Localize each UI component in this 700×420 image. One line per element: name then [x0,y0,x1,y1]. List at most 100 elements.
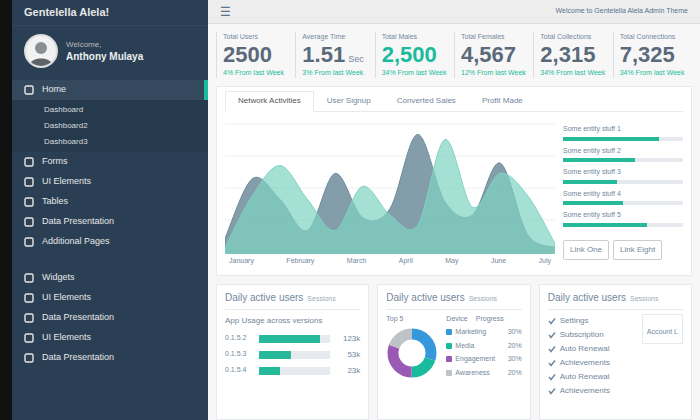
person-icon [26,36,56,66]
sidebar-item-label[interactable]: Data Presentation [42,215,114,229]
check-icon[interactable] [548,373,556,381]
settings-label[interactable]: Subscription [560,329,604,341]
usage-value: 123k [334,333,360,345]
legend-item: Engagement30% [446,354,521,365]
sidebar-item[interactable]: UI Elements [12,288,208,308]
tab-label[interactable]: User Signup [327,96,371,105]
settings-label[interactable]: Settings [560,315,589,327]
sidebar-item[interactable]: Additional Pages [12,232,208,252]
sidebar-item-label[interactable]: Additional Pages [42,235,110,249]
sidebar-item-label[interactable]: Forms [42,155,68,169]
link-button[interactable]: Link Eight [613,240,662,260]
stat-change: 12% From last Week [461,68,527,78]
submenu-item-label[interactable]: Dashboard [44,104,83,116]
settings-item[interactable]: Achievements [548,356,634,370]
tab[interactable]: Profit Made [469,91,536,111]
screen: Gentelella Alela! Welcome,Anthony Mulaya H… [0,0,700,420]
settings-item[interactable]: Auto Renewal [548,370,634,384]
stat-value: 2500 [223,42,272,68]
sidebar-item[interactable]: Data Presentation [12,212,208,232]
settings-label[interactable]: Achievements [560,385,610,397]
progress-fill [563,223,647,227]
tab-label[interactable]: Profit Made [482,96,523,105]
brand[interactable]: Gentelella Alela! [12,0,208,26]
donut-segment [393,334,431,372]
sidebar-item-label[interactable]: UI Elements [42,175,91,189]
tab-label[interactable]: Network Activities [238,96,301,105]
menu-toggle-icon[interactable]: ☰ [220,6,231,18]
check-icon[interactable] [548,345,556,353]
card-heading: App Usage across versions [225,315,360,327]
settings-item[interactable]: Auto Renewal [548,342,634,356]
x-axis-label: June [491,256,506,267]
submenu-item[interactable]: Dashboard3 [12,134,208,150]
sidebar-item[interactable]: UI Elements [12,172,208,192]
check-icon[interactable] [548,387,556,395]
check-icon[interactable] [548,317,556,325]
brand-title[interactable]: Gentelella Alela! [24,4,109,21]
check-icon[interactable] [548,331,556,339]
menu-item-icon [24,333,34,343]
legend-value: 20% [508,341,522,352]
settings-label[interactable]: Achievements [560,357,610,369]
settings-item[interactable]: Subscription [548,328,634,342]
stat-label: Total Females [461,32,527,42]
checkmark-icon [548,373,556,381]
stat-unit: Sec [348,53,364,67]
tab[interactable]: Converted Sales [384,91,469,111]
submenu-item-label[interactable]: Dashboard3 [44,136,88,148]
usage-fill [259,335,320,343]
stat-value-row: 7,325 [620,42,686,68]
sidebar-item-label[interactable]: UI Elements [42,291,91,305]
sidebar-item[interactable]: Forms [12,152,208,172]
stat-value: 1.51 [302,42,345,68]
x-axis-label: January [229,256,254,267]
submenu-item[interactable]: Dashboard2 [12,118,208,134]
sidebar-item-label[interactable]: Data Presentation [42,351,114,365]
card-header: Daily active usersSessions [548,290,683,310]
donut-segment [393,334,431,372]
sidebar-item[interactable]: Data Presentation [12,308,208,328]
legend-item: Marketing30% [446,327,521,338]
stat-label: Total Collections [540,32,606,42]
progress-fill [563,180,617,184]
x-axis-label: March [347,256,366,267]
sidebar-item-label[interactable]: Tables [42,195,68,209]
menu-group: UI Elements [12,328,208,348]
sidebar-item-label[interactable]: UI Elements [42,331,91,345]
legend-item: Awareness20% [446,368,521,379]
card-row: Daily active usersSessions App Usage acro… [208,276,700,420]
sidebar-item[interactable]: Widgets [12,268,208,288]
menu-item-icon [24,273,34,283]
progress-fill [563,137,659,141]
tab[interactable]: Network Activities [225,91,314,112]
legend-value: 30% [508,327,522,338]
settings-label[interactable]: Auto Renewal [560,343,610,355]
usage-track [259,367,330,375]
stat-tile: Average Time1.51Sec3% From last Week [295,32,374,78]
settings-label[interactable]: Auto Renewal [560,371,610,383]
sidebar-item[interactable]: UI Elements [12,328,208,348]
tab[interactable]: User Signup [314,91,384,111]
sidebar-item-label[interactable]: Widgets [42,271,75,285]
tab-label[interactable]: Converted Sales [397,96,456,105]
settings-item[interactable]: Settings [548,314,634,328]
sidebar: Gentelella Alela! Welcome,Anthony Mulaya H… [12,0,208,420]
user-name[interactable]: Anthony Mulaya [66,50,143,63]
link-button[interactable]: Link One [563,240,609,260]
progress-track [563,223,683,227]
sidebar-item[interactable]: Data Presentation [12,348,208,368]
stat-change: 34% From last Week [540,68,606,78]
stat-change: 34% From last Week [620,68,686,78]
settings-item[interactable]: Achievements [548,384,634,398]
sidebar-item-label[interactable]: Data Presentation [42,311,114,325]
sidebar-item[interactable]: Tables [12,192,208,212]
profile: Welcome,Anthony Mulaya [12,26,208,76]
sidebar-item[interactable]: Home [12,80,208,100]
check-icon[interactable] [548,359,556,367]
progress-row: Some entity stuff 2 [563,146,683,163]
submenu-item[interactable]: Dashboard [12,102,208,118]
sidebar-item-label[interactable]: Home [42,83,66,97]
usage-label: 0.1.5.2 [225,333,255,344]
submenu-item-label[interactable]: Dashboard2 [44,120,88,132]
